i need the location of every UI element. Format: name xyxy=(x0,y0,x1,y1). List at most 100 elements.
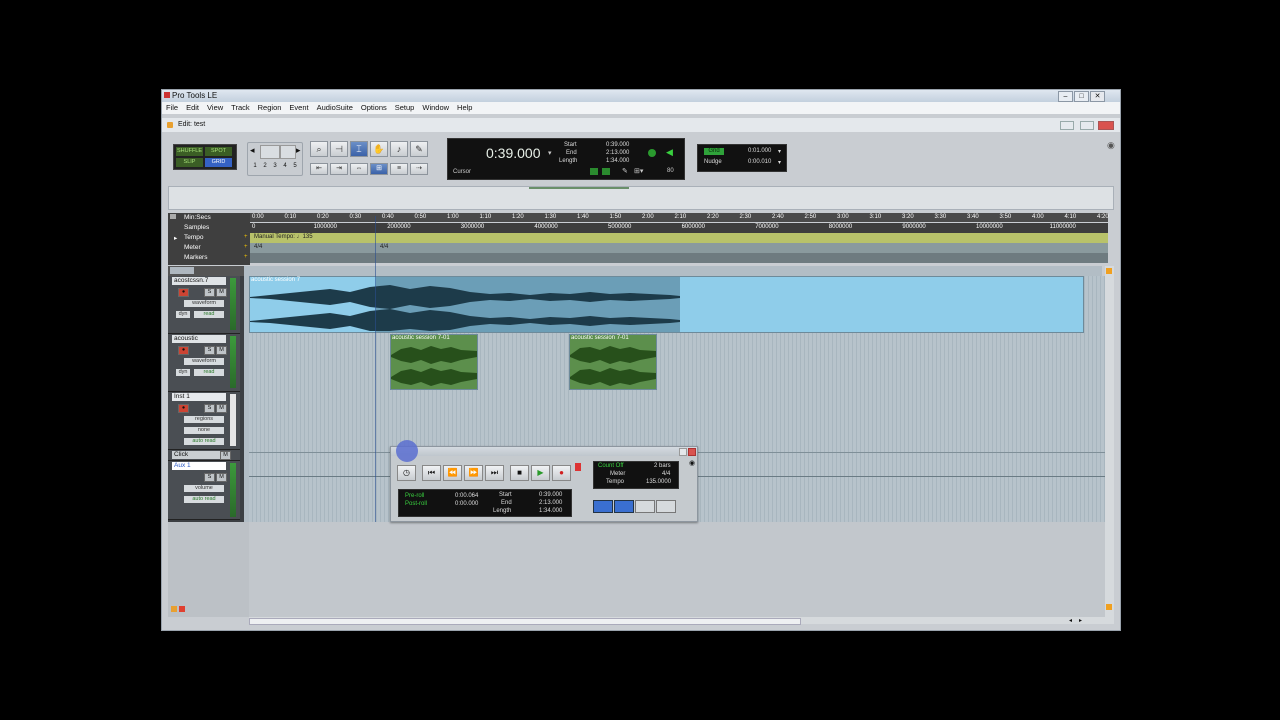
edit-minimize-icon[interactable] xyxy=(1060,121,1074,130)
midi-merge-icon[interactable] xyxy=(593,500,613,513)
universe-overview[interactable] xyxy=(168,186,1114,210)
grid-mode-button[interactable]: GRID xyxy=(205,158,232,167)
menu-edit[interactable]: Edit xyxy=(182,102,203,114)
main-counter-value[interactable]: 0:39.000 xyxy=(486,145,541,161)
menu-window[interactable]: Window xyxy=(418,102,453,114)
menu-options[interactable]: Options xyxy=(357,102,391,114)
zoom-toggle-icon[interactable]: ⇤ xyxy=(310,163,328,175)
counter-dropdown-icon[interactable]: ▾ xyxy=(548,149,552,157)
grid-toggle-icon[interactable] xyxy=(590,168,598,175)
midi-input-icon[interactable]: ◀ xyxy=(666,147,673,158)
end-value[interactable]: 2:13.000 xyxy=(606,150,629,156)
solo-button-1[interactable]: S xyxy=(204,288,215,297)
add-marker-icon[interactable]: + xyxy=(244,254,248,260)
transport-start-value[interactable]: 0:39.000 xyxy=(539,492,562,498)
pencil-tool-icon[interactable]: ✎ xyxy=(410,141,428,157)
mute-button-click[interactable]: M xyxy=(220,451,231,460)
wait-for-note-icon[interactable] xyxy=(648,149,656,157)
record-button[interactable]: ● xyxy=(552,465,571,481)
start-value[interactable]: 0:39.000 xyxy=(606,142,629,148)
track-name-4[interactable]: Click xyxy=(172,451,226,459)
zoom-preset-5[interactable]: 5 xyxy=(291,163,299,171)
stop-button[interactable]: ■ xyxy=(510,465,529,481)
markers-ruler[interactable] xyxy=(250,253,1108,263)
track-view-3[interactable]: regions xyxy=(184,416,224,423)
nudge-dropdown-icon[interactable]: ▾ xyxy=(778,159,781,166)
zoom-in-icon[interactable]: ▸ xyxy=(296,145,301,156)
zoom-preset-4[interactable]: 4 xyxy=(281,163,289,171)
online-button[interactable]: ◷ xyxy=(397,465,416,481)
zoom-out-icon[interactable]: ◂ xyxy=(250,145,255,156)
track-name-5[interactable]: Aux 1 xyxy=(172,462,226,470)
pencil-icon[interactable]: ✎ xyxy=(622,167,628,175)
preroll-label[interactable]: Pre-roll xyxy=(405,493,424,499)
postroll-label[interactable]: Post-roll xyxy=(405,501,427,507)
scrubber-tool-icon[interactable]: ♪ xyxy=(390,141,408,157)
metronome-icon[interactable] xyxy=(602,168,610,175)
record-enable-button-2[interactable]: ● xyxy=(178,346,189,355)
wait-for-note-transport-icon[interactable] xyxy=(614,500,634,513)
toolbar-options-icon[interactable]: ◉ xyxy=(1107,140,1115,151)
play-button[interactable]: ▶ xyxy=(531,465,550,481)
menu-track[interactable]: Track xyxy=(227,102,253,114)
track-dyn-3[interactable]: none xyxy=(184,427,224,434)
postroll-value[interactable]: 0:00.000 xyxy=(455,501,478,507)
track-auto-3[interactable]: auto read xyxy=(184,438,224,445)
transport-end-value[interactable]: 2:13.000 xyxy=(539,500,562,506)
edit-close-icon[interactable] xyxy=(1098,121,1114,130)
preroll-value[interactable]: 0:00.064 xyxy=(455,493,478,499)
grid-dropdown-icon[interactable]: ▾ xyxy=(778,148,781,155)
minimize-icon[interactable]: – xyxy=(1058,91,1073,102)
grabber-tool-icon[interactable]: ✋ xyxy=(370,141,388,157)
count-off-label[interactable]: Count Off xyxy=(598,463,624,469)
menu-setup[interactable]: Setup xyxy=(391,102,419,114)
zoom-preset-2[interactable]: 2 xyxy=(261,163,269,171)
samples-ruler[interactable]: 0 1000000 2000000 3000000 4000000 5000000 6000… xyxy=(250,223,1108,233)
countoff-toggle-icon[interactable] xyxy=(635,500,655,513)
menu-audiosuite[interactable]: AudioSuite xyxy=(313,102,357,114)
tab-to-transient-icon[interactable]: ⇥ xyxy=(330,163,348,175)
footer-icon-2[interactable] xyxy=(179,606,185,612)
return-to-zero-button[interactable]: ⏮ xyxy=(422,465,441,481)
shuffle-mode-button[interactable]: SHUFFLE xyxy=(176,147,203,156)
slip-mode-button[interactable]: SLIP xyxy=(176,158,203,167)
selector-tool-icon[interactable]: ⌶ xyxy=(350,141,368,157)
insertion-follows-icon[interactable]: ⇢ xyxy=(410,163,428,175)
track-name-1[interactable]: acostcssn.7 xyxy=(172,277,226,285)
tempo-expand-icon[interactable]: ▸ xyxy=(174,234,177,242)
meter-value[interactable]: 4/4 xyxy=(662,471,670,477)
vscroll-bottom-icon[interactable] xyxy=(1106,604,1112,610)
mute-button-3[interactable]: M xyxy=(216,404,227,413)
vertical-scrollbar[interactable] xyxy=(1105,266,1114,624)
region-2[interactable]: acoustic session 7-01 xyxy=(390,334,478,390)
track-auto-1[interactable]: read xyxy=(194,311,224,318)
grid-value[interactable]: 0:01.000 xyxy=(748,148,771,154)
transport-titlebar[interactable] xyxy=(391,447,697,456)
record-enable-button-3[interactable]: ● xyxy=(178,404,189,413)
mute-button-5[interactable]: M xyxy=(216,473,227,482)
link-track-icon[interactable]: ≡ xyxy=(390,163,408,175)
scroll-thumb[interactable] xyxy=(249,618,801,625)
solo-button-5[interactable]: S xyxy=(204,473,215,482)
transport-length-value[interactable]: 1:34.000 xyxy=(539,508,562,514)
add-meter-icon[interactable]: + xyxy=(244,244,248,250)
track-auto-2[interactable]: read xyxy=(194,369,224,376)
trim-tool-icon[interactable]: ⊣ xyxy=(330,141,348,157)
metronome-toggle-icon[interactable] xyxy=(656,500,676,513)
footer-icon-1[interactable] xyxy=(171,606,177,612)
length-value[interactable]: 1:34.000 xyxy=(606,158,629,164)
scroll-left-icon[interactable]: ◂ xyxy=(1069,617,1072,624)
transport-options-icon[interactable]: ◉ xyxy=(689,459,695,467)
menu-file[interactable]: File xyxy=(162,102,182,114)
track-name-3[interactable]: Inst 1 xyxy=(172,393,226,401)
spot-mode-button[interactable]: SPOT xyxy=(205,147,232,156)
empty-track-area[interactable] xyxy=(249,522,1105,617)
link-timeline-icon[interactable]: ⊞ xyxy=(370,163,388,175)
track-dyn-2[interactable]: dyn xyxy=(176,369,190,376)
add-tempo-icon[interactable]: + xyxy=(244,234,248,240)
edit-maximize-icon[interactable] xyxy=(1080,121,1094,130)
transport-min-icon[interactable] xyxy=(679,448,687,456)
zoom-preset-3[interactable]: 3 xyxy=(271,163,279,171)
menu-help[interactable]: Help xyxy=(453,102,476,114)
nudge-value[interactable]: 0:00.010 xyxy=(748,159,771,165)
